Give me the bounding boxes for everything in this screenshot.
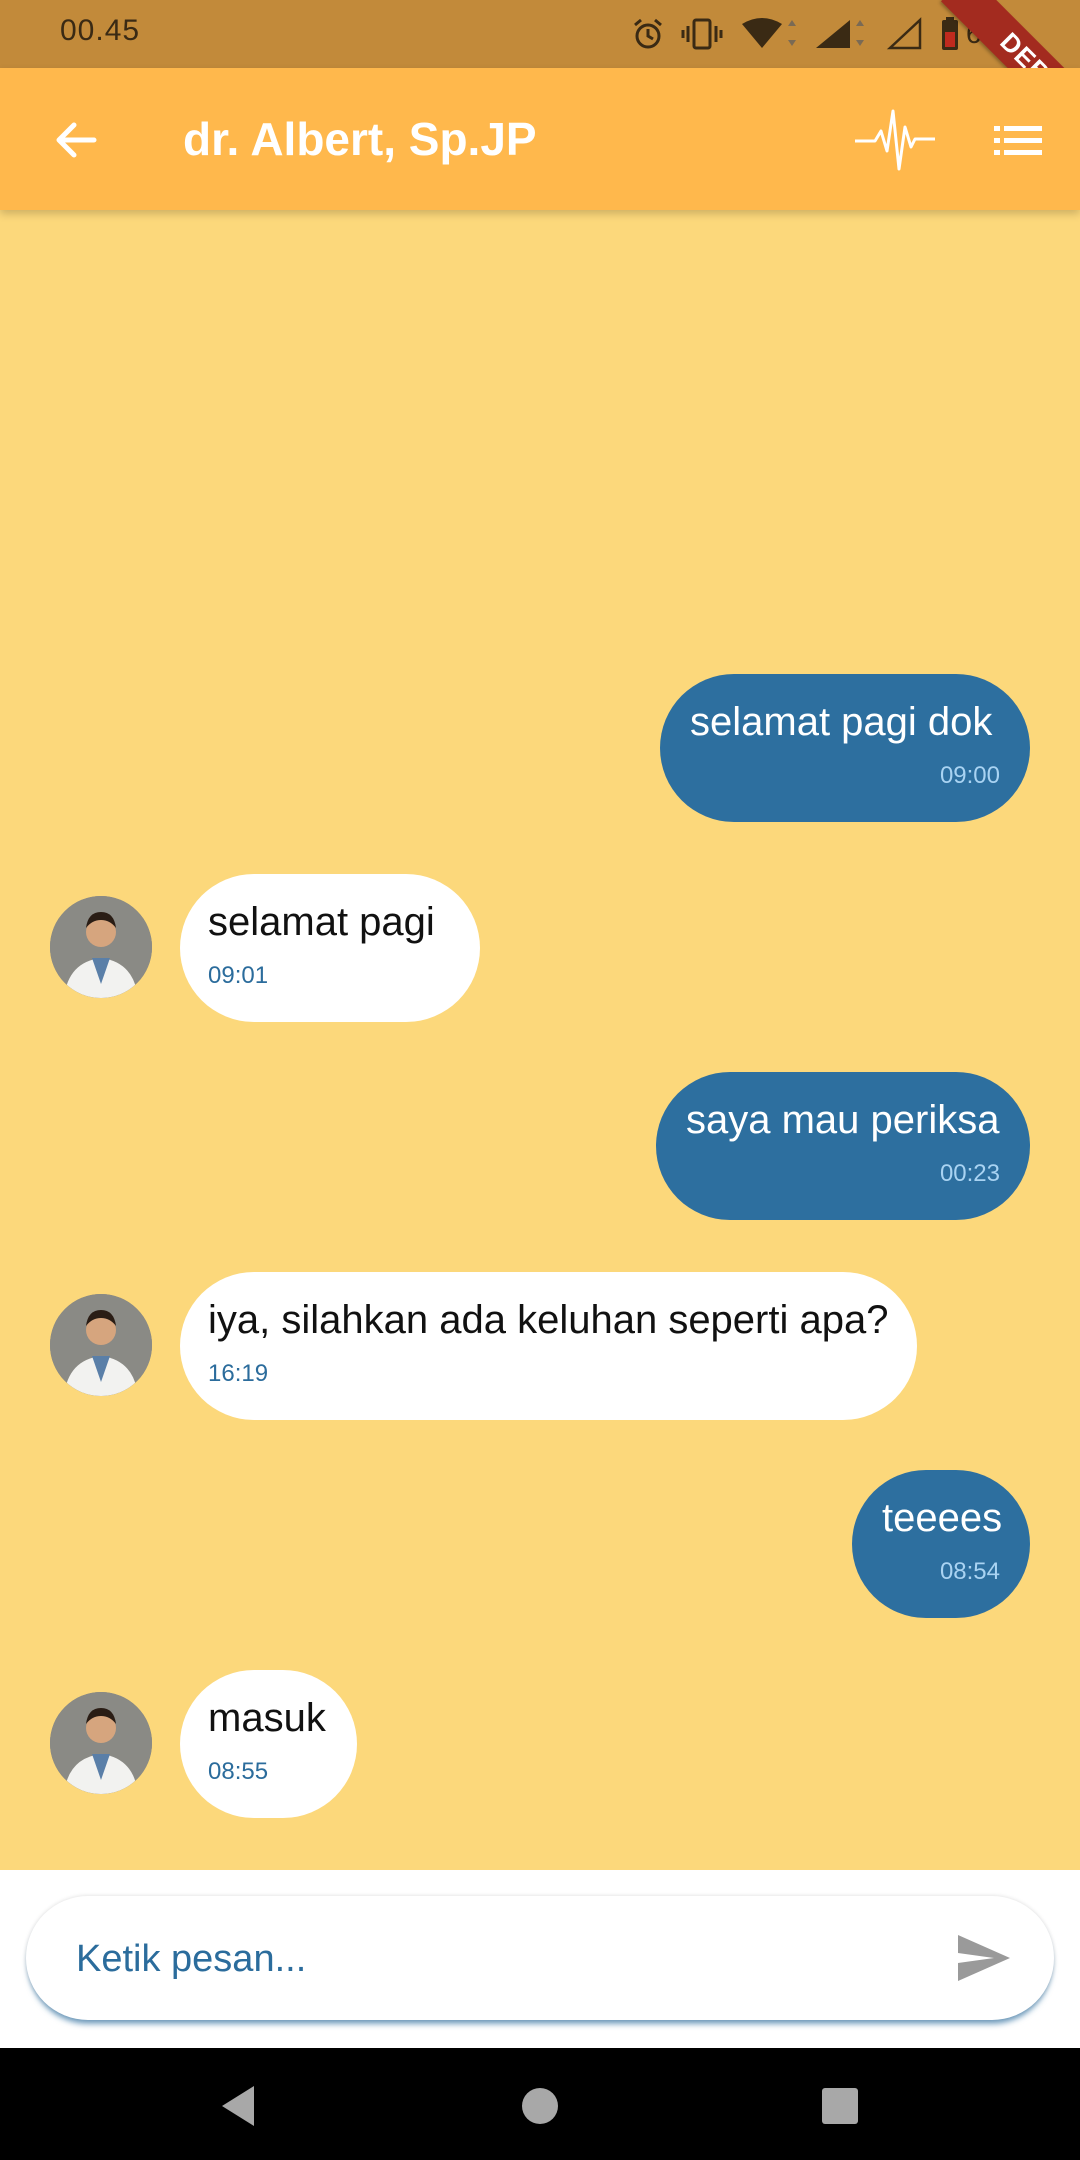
signal-empty-icon [886,17,922,50]
back-triangle-icon [222,2086,254,2126]
message-time: 00:23 [939,1160,1000,1187]
wifi-icon [742,18,796,48]
nav-home-button[interactable] [510,2076,570,2136]
message-bubble-incoming: iya, silahkan ada keluhan seperti apa? 1… [180,1272,917,1420]
doctor-avatar [50,1294,152,1396]
send-button[interactable] [948,1922,1020,1994]
message-time: 16:19 [208,1360,269,1387]
heartbeat-icon [855,109,935,171]
message-text: selamat pagi dok [690,700,993,744]
back-button[interactable] [40,104,112,176]
message-bubble-outgoing: selamat pagi dok 09:00 [660,674,1030,822]
alarm-icon [634,18,662,49]
status-time: 00.45 [60,14,141,47]
list-menu-icon [994,126,1042,155]
send-icon [958,1935,1010,1981]
message-bubble-incoming: selamat pagi 09:01 [180,874,480,1022]
message-text: selamat pagi [208,900,435,944]
status-icons [630,12,960,56]
page-title: dr. Albert, Sp.JP [183,113,537,165]
status-bar: 00.45 64% [0,0,1080,68]
home-circle-icon [522,2088,558,2124]
doctor-avatar [50,896,152,998]
message-composer [26,1896,1054,2022]
heartbeat-button[interactable] [850,102,940,178]
nav-back-button[interactable] [208,2076,268,2136]
app-bar: dr. Albert, Sp.JP [0,68,1080,210]
message-time: 08:54 [939,1558,1000,1585]
chat-message-list[interactable]: selamat pagi dok 09:00 selamat pagi 09:0… [0,210,1080,1870]
message-input[interactable] [74,1896,938,2022]
message-text: saya mau periksa [686,1098,1000,1142]
message-text: masuk [208,1696,326,1740]
doctor-avatar [50,1692,152,1794]
signal-icon [816,20,864,48]
composer-area [0,1870,1080,2048]
list-menu-button[interactable] [985,108,1051,174]
message-bubble-outgoing: teeees 08:54 [852,1470,1030,1618]
message-time: 08:55 [208,1758,269,1785]
system-nav-bar [0,2048,1080,2160]
message-text: iya, silahkan ada keluhan seperti apa? [208,1298,889,1342]
nav-recents-button[interactable] [810,2076,870,2136]
arrow-back-icon [56,122,97,158]
message-time: 09:00 [939,762,1000,789]
battery-percent: 64% [966,18,1023,49]
battery-icon [942,17,958,50]
message-text: teeees [882,1496,1003,1540]
recents-square-icon [822,2088,858,2124]
vibrate-icon [681,18,723,50]
message-bubble-incoming: masuk 08:55 [180,1670,357,1818]
message-time: 09:01 [208,962,269,989]
message-bubble-outgoing: saya mau periksa 00:23 [656,1072,1030,1220]
